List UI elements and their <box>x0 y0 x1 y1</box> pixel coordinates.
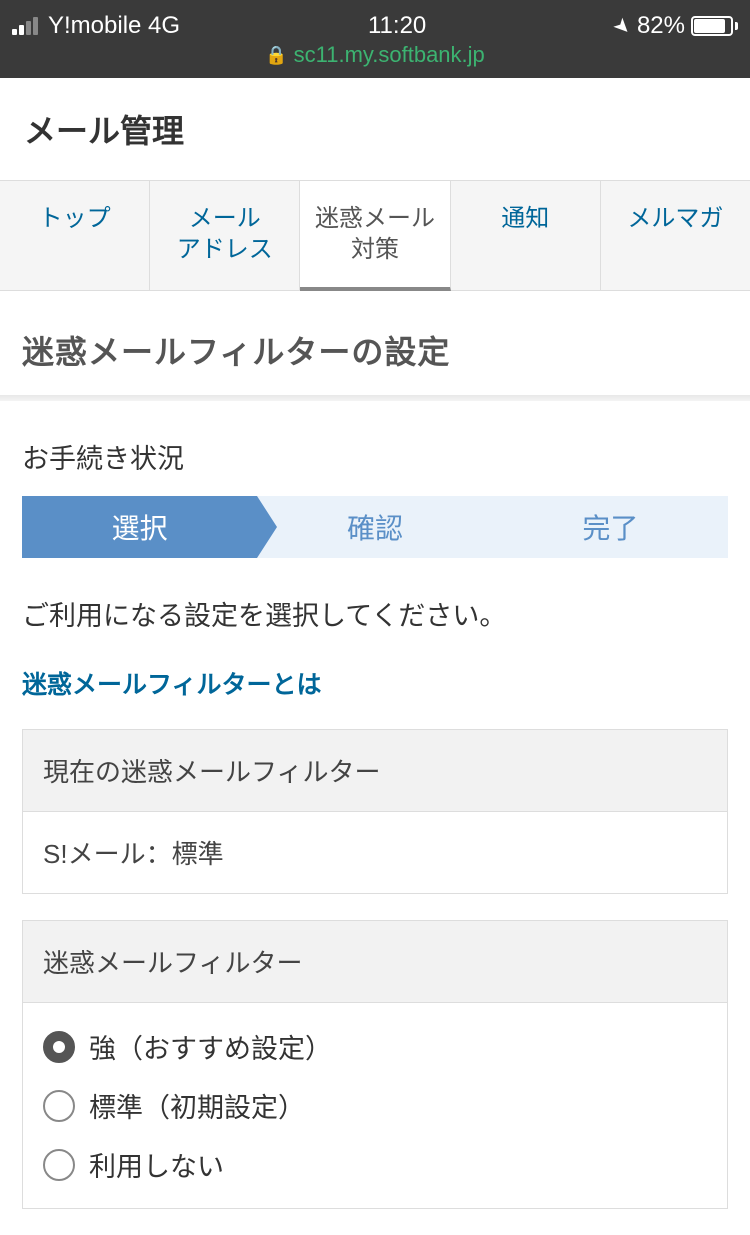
current-filter-header: 現在の迷惑メールフィルター <box>23 730 727 812</box>
radio-icon <box>43 1090 75 1122</box>
tab-mail-address[interactable]: メール アドレス <box>150 181 300 290</box>
current-filter-box: 現在の迷惑メールフィルター S!メール：標準 <box>22 729 728 894</box>
radio-label: 強（おすすめ設定） <box>89 1027 332 1066</box>
page-title: メール管理 <box>0 78 750 180</box>
url-text: sc11.my.softbank.jp <box>294 42 485 68</box>
tab-top[interactable]: トップ <box>0 181 150 290</box>
battery-percent: 82% <box>637 12 685 40</box>
progress-label: お手続き状況 <box>22 437 728 476</box>
progress-stepper: 選択 確認 完了 <box>22 496 728 558</box>
browser-url-bar[interactable]: 🔒 sc11.my.softbank.jp <box>12 42 738 68</box>
status-right: ➤ 82% <box>614 12 738 40</box>
divider <box>0 395 750 401</box>
radio-option-strong[interactable]: 強（おすすめ設定） <box>43 1027 707 1066</box>
radio-label: 標準（初期設定） <box>89 1086 305 1125</box>
location-icon: ➤ <box>608 11 638 41</box>
radio-label: 利用しない <box>89 1145 224 1184</box>
signal-icon <box>12 17 38 35</box>
filter-options-header: 迷惑メールフィルター <box>23 921 727 1003</box>
tab-spam-filter[interactable]: 迷惑メール 対策 <box>300 181 450 291</box>
step-confirm: 確認 <box>257 496 492 558</box>
radio-option-disable[interactable]: 利用しない <box>43 1145 707 1184</box>
clock: 11:20 <box>368 12 426 40</box>
current-filter-value: S!メール：標準 <box>23 812 727 893</box>
filter-info-link[interactable]: 迷惑メールフィルターとは <box>22 665 728 701</box>
radio-icon <box>43 1031 75 1063</box>
status-bar: Y!mobile 4G 11:20 ➤ 82% 🔒 sc11.my.softba… <box>0 0 750 78</box>
radio-option-standard[interactable]: 標準（初期設定） <box>43 1086 707 1125</box>
status-left: Y!mobile 4G <box>12 12 180 40</box>
tab-notifications[interactable]: 通知 <box>451 181 601 290</box>
battery-icon <box>691 16 738 36</box>
instruction-text: ご利用になる設定を選択してください。 <box>22 594 728 633</box>
radio-icon <box>43 1149 75 1181</box>
tab-newsletter[interactable]: メルマガ <box>601 181 750 290</box>
section-title: 迷惑メールフィルターの設定 <box>22 327 728 373</box>
tab-bar: トップ メール アドレス 迷惑メール 対策 通知 メルマガ <box>0 180 750 291</box>
lock-icon: 🔒 <box>265 45 287 66</box>
step-complete: 完了 <box>493 496 728 558</box>
filter-options-box: 迷惑メールフィルター 強（おすすめ設定） 標準（初期設定） 利用しない <box>22 920 728 1209</box>
carrier-label: Y!mobile 4G <box>48 12 180 40</box>
step-select: 選択 <box>22 496 257 558</box>
